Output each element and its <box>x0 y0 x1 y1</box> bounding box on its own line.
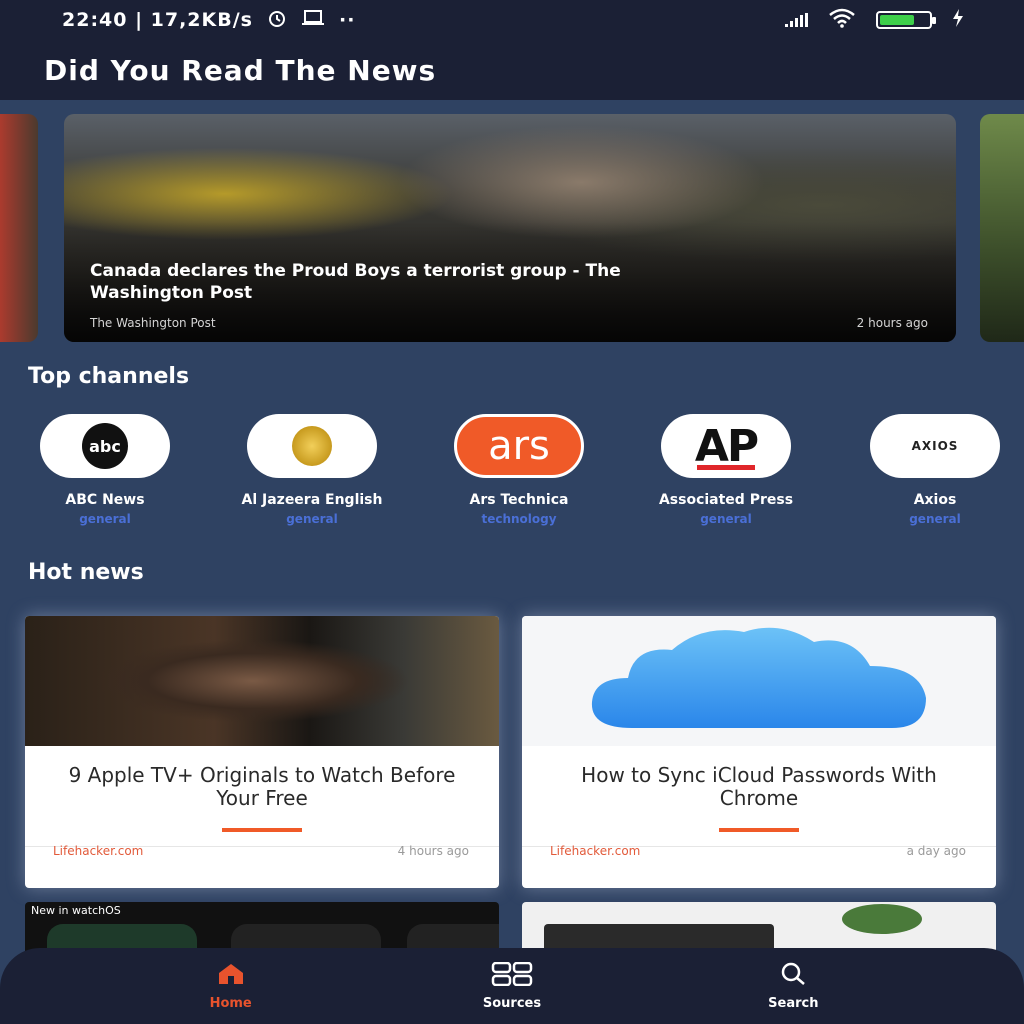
channel-name: ABC News <box>65 492 145 508</box>
signal-icon <box>785 13 808 27</box>
channel-axios[interactable]: AXIOS Axios general <box>830 414 1024 526</box>
top-channels-heading: Top channels <box>28 364 190 389</box>
associated-press-logo: AP <box>661 414 791 478</box>
news-card-source: Lifehacker.com <box>53 844 144 858</box>
sources-icon <box>491 961 533 990</box>
al-jazeera-logo <box>247 414 377 478</box>
nav-home-label: Home <box>209 995 252 1011</box>
ars-technica-logo: ars <box>454 414 584 478</box>
news-card-image <box>522 616 996 746</box>
channel-category: technology <box>481 512 557 526</box>
news-card-source: Lifehacker.com <box>550 844 641 858</box>
status-time-speed: 22:40 | 17,2KB/s <box>62 9 253 31</box>
channels-list: abc ABC News general Al Jazeera English … <box>0 414 1024 534</box>
channel-name: Associated Press <box>658 492 794 508</box>
channel-associated-press[interactable]: AP Associated Press general <box>621 414 831 526</box>
hot-news-heading: Hot news <box>28 560 144 585</box>
nav-search-label: Search <box>768 995 819 1011</box>
news-card-image <box>25 616 499 746</box>
carousel-slide-main[interactable]: Canada declares the Proud Boys a terrori… <box>64 114 956 342</box>
slide-source: The Washington Post <box>90 316 216 330</box>
channel-category: general <box>909 512 961 526</box>
nav-sources-label: Sources <box>482 995 542 1011</box>
channel-abc-news[interactable]: abc ABC News general <box>0 414 210 526</box>
page-title: Did You Read The News <box>44 53 437 87</box>
axios-logo: AXIOS <box>870 414 1000 478</box>
slide-headline: Canada declares the Proud Boys a terrori… <box>90 261 621 303</box>
axios-logo-mark: AXIOS <box>911 439 959 453</box>
news-card-time: 4 hours ago <box>397 844 469 858</box>
partial-card-caption: New in watchOS <box>31 904 121 917</box>
status-dots: ·· <box>338 9 356 31</box>
battery-level <box>880 15 914 25</box>
channel-category: general <box>286 512 338 526</box>
channel-category: general <box>700 512 752 526</box>
battery-icon <box>876 11 936 29</box>
nav-sources[interactable]: Sources <box>442 961 582 1011</box>
laptop-icon <box>301 9 325 32</box>
charging-icon <box>952 8 964 33</box>
news-card[interactable]: How to Sync iCloud Passwords With Chrome… <box>522 616 996 888</box>
news-card-title: How to Sync iCloud Passwords With Chrome <box>581 763 937 810</box>
bottom-navigation: Home Sources Search <box>0 948 1024 1024</box>
nav-home[interactable]: Home <box>161 962 301 1011</box>
channel-name: Ars Technica <box>469 492 569 508</box>
ap-logo-mark: AP <box>694 420 759 472</box>
card-accent-bar <box>719 828 799 832</box>
al-jazeera-logo-mark <box>292 426 332 466</box>
abc-logo-mark: abc <box>82 423 128 469</box>
card-accent-bar <box>222 828 302 832</box>
channel-ars-technica[interactable]: ars Ars Technica technology <box>414 414 624 526</box>
channel-name: Axios <box>913 492 957 508</box>
plant-preview <box>842 904 922 934</box>
featured-carousel[interactable]: Canada declares the Proud Boys a terrori… <box>0 114 1024 342</box>
wifi-icon <box>828 8 856 33</box>
channel-name: Al Jazeera English <box>241 492 383 508</box>
channel-al-jazeera[interactable]: Al Jazeera English general <box>207 414 417 526</box>
carousel-slide-previous[interactable] <box>0 114 38 342</box>
carousel-slide-next[interactable] <box>980 114 1024 342</box>
news-card-time: a day ago <box>906 844 966 858</box>
home-icon <box>216 962 246 990</box>
news-card[interactable]: 9 Apple TV+ Originals to Watch Before Yo… <box>25 616 499 888</box>
channel-category: general <box>79 512 131 526</box>
status-bar: 22:40 | 17,2KB/s ·· <box>0 0 1024 40</box>
nav-search[interactable]: Search <box>723 962 863 1011</box>
search-icon <box>779 962 807 990</box>
alarm-icon <box>267 8 287 33</box>
icloud-icon <box>591 627 926 728</box>
news-card-title: 9 Apple TV+ Originals to Watch Before Yo… <box>68 763 456 810</box>
slide-time: 2 hours ago <box>856 316 928 330</box>
app-header: Did You Read The News <box>0 40 1024 100</box>
abc-news-logo: abc <box>40 414 170 478</box>
